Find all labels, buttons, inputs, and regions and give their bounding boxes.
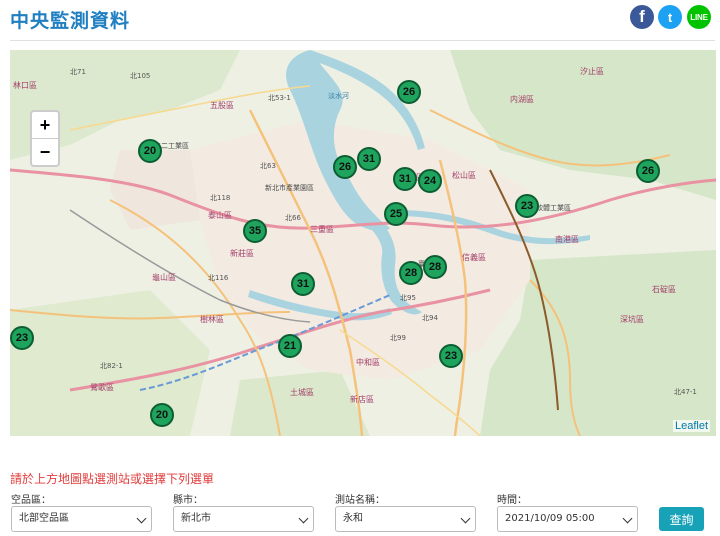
svg-text:泰山區: 泰山區 (208, 210, 232, 220)
county-select[interactable]: 新北市 (173, 506, 314, 532)
zoom-out-button[interactable]: − (32, 138, 58, 165)
svg-text:北99: 北99 (390, 334, 406, 342)
svg-text:北82-1: 北82-1 (100, 362, 123, 370)
air-quality-area-label: 空品區： (11, 495, 51, 506)
page-title: 中央監測資料 (10, 10, 131, 32)
station-name-value: 永和 (343, 513, 363, 524)
svg-text:新店區: 新店區 (350, 394, 374, 404)
svg-text:内湖區: 内湖區 (510, 94, 534, 104)
instruction-text: 請於上方地圖點選測站或選擇下列選單 (10, 472, 215, 486)
svg-text:松山區: 松山區 (452, 170, 476, 180)
time-select[interactable]: 2021/10/09 05:00 (497, 506, 638, 532)
station-marker[interactable]: 31 (357, 147, 381, 171)
svg-text:石碇區: 石碇區 (652, 284, 676, 294)
svg-text:深坑區: 深坑區 (620, 314, 644, 324)
svg-text:北116: 北116 (208, 274, 229, 282)
svg-text:北47-1: 北47-1 (674, 388, 697, 396)
map-attribution[interactable]: Leaflet (672, 420, 710, 432)
chevron-down-icon (460, 513, 471, 524)
svg-text:北71: 北71 (70, 68, 86, 76)
svg-text:五股區: 五股區 (210, 101, 234, 110)
station-marker[interactable]: 35 (243, 219, 267, 243)
svg-text:北95: 北95 (400, 294, 416, 302)
station-marker[interactable]: 26 (397, 80, 421, 104)
twitter-share-icon[interactable]: t (658, 5, 682, 29)
svg-text:樹林區: 樹林區 (200, 314, 224, 324)
svg-text:汐止區: 汐止區 (580, 66, 604, 76)
station-marker[interactable]: 23 (10, 326, 34, 350)
station-name-select[interactable]: 永和 (335, 506, 476, 532)
zoom-in-button[interactable]: + (32, 112, 58, 138)
svg-text:鶯歌區: 鶯歌區 (90, 382, 114, 392)
time-label: 時間： (497, 495, 527, 506)
station-marker[interactable]: 25 (384, 202, 408, 226)
station-marker[interactable]: 28 (399, 261, 423, 285)
svg-text:土城區: 土城區 (290, 387, 314, 397)
station-marker[interactable]: 23 (439, 344, 463, 368)
station-marker[interactable]: 20 (150, 403, 174, 427)
county-label: 縣市： (173, 495, 203, 506)
chevron-down-icon (622, 513, 633, 524)
svg-text:北53-1: 北53-1 (268, 94, 291, 102)
map-tiles: 林口區 五股區 泰山區 新莊區 三重區 大同區 松山區 内湖區 汐止區 南港區 … (10, 50, 716, 436)
station-marker[interactable]: 21 (278, 334, 302, 358)
header-divider (10, 40, 715, 41)
station-marker[interactable]: 20 (138, 139, 162, 163)
station-marker[interactable]: 31 (393, 167, 417, 191)
chevron-down-icon (298, 513, 309, 524)
chevron-down-icon (136, 513, 147, 524)
svg-text:中和區: 中和區 (356, 357, 380, 367)
svg-text:北94: 北94 (422, 314, 438, 322)
station-marker[interactable]: 24 (418, 169, 442, 193)
station-marker[interactable]: 28 (423, 255, 447, 279)
station-map[interactable]: 林口區 五股區 泰山區 新莊區 三重區 大同區 松山區 内湖區 汐止區 南港區 … (10, 50, 716, 436)
county-value: 新北市 (181, 513, 211, 524)
station-name-label: 測站名稱： (335, 495, 385, 506)
station-marker[interactable]: 26 (333, 155, 357, 179)
air-quality-area-select[interactable]: 北部空品區 (11, 506, 152, 532)
svg-text:北66: 北66 (285, 214, 301, 222)
svg-text:林口區: 林口區 (13, 80, 37, 90)
svg-text:淡水河: 淡水河 (328, 91, 349, 100)
svg-text:北105: 北105 (130, 72, 150, 80)
time-value: 2021/10/09 05:00 (505, 513, 595, 524)
svg-text:龜山區: 龜山區 (152, 272, 176, 282)
svg-text:新莊區: 新莊區 (230, 248, 254, 258)
svg-text:北118: 北118 (210, 194, 230, 202)
svg-text:北63: 北63 (260, 162, 276, 170)
page-header: 中央監測資料 f t LINE (0, 0, 720, 40)
svg-text:新北市產業園區: 新北市產業園區 (265, 183, 314, 192)
facebook-share-icon[interactable]: f (630, 5, 654, 29)
zoom-control: + − (30, 110, 60, 167)
query-button[interactable]: 查詢 (659, 507, 704, 531)
air-quality-area-value: 北部空品區 (19, 513, 69, 524)
station-marker[interactable]: 26 (636, 159, 660, 183)
line-share-icon[interactable]: LINE (687, 5, 711, 29)
station-marker[interactable]: 31 (291, 272, 315, 296)
svg-text:三重區: 三重區 (310, 224, 334, 234)
station-marker[interactable]: 23 (515, 194, 539, 218)
svg-text:信義區: 信義區 (462, 252, 486, 262)
svg-text:南港區: 南港區 (555, 234, 579, 244)
